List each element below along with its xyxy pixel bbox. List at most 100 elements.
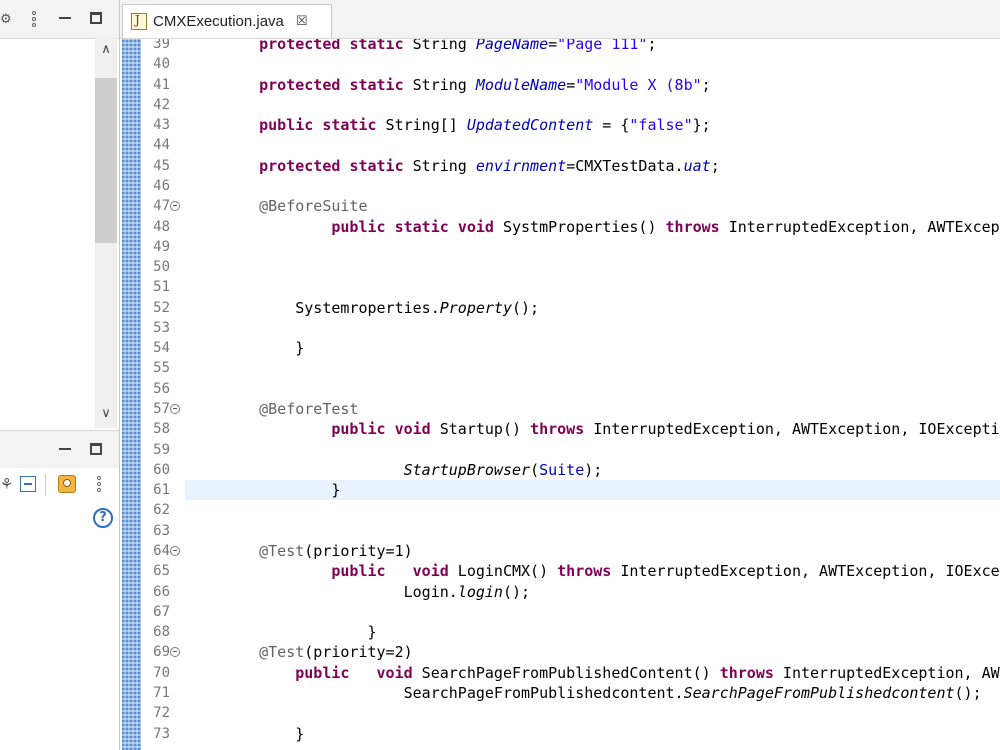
help-icon[interactable]: ? (93, 508, 113, 528)
code-text: @Test(priority=2) (259, 643, 413, 662)
line-number: 46 (153, 177, 170, 194)
line-number: 41 (153, 76, 170, 93)
code-editor[interactable]: 39 protected static String PageName="Pag… (120, 39, 1000, 750)
line-number: 65 (153, 563, 170, 580)
code-line[interactable]: 62 (120, 500, 1000, 520)
code-text: Systemroperties.Property(); (223, 298, 540, 317)
code-line[interactable]: 71 SearchPageFromPublishedcontent.Search… (120, 683, 1000, 703)
view-menu-icon[interactable] (32, 11, 36, 29)
palette-icon[interactable] (58, 475, 76, 493)
line-number: 55 (153, 360, 170, 377)
line-number: 70 (153, 664, 170, 681)
code-line[interactable]: 42 (120, 95, 1000, 115)
code-line[interactable]: 63 (120, 521, 1000, 541)
code-line[interactable]: 58 public void Startup() throws Interrup… (120, 419, 1000, 439)
code-line[interactable]: 64 @Test(priority=1) (120, 541, 1000, 561)
view-menu-icon-2[interactable] (97, 476, 101, 494)
code-line[interactable]: 65 public void LoginCMX() throws Interru… (120, 561, 1000, 581)
line-number: 67 (153, 603, 170, 620)
code-line[interactable]: 61 } (120, 480, 1000, 501)
runner-icon[interactable]: ⚘ (0, 476, 13, 492)
maximize-button[interactable] (90, 12, 102, 24)
code-line[interactable]: 45 protected static String envirnment=CM… (120, 156, 1000, 176)
line-number: 63 (153, 522, 170, 539)
code-text: } (223, 623, 377, 642)
tab-cmxexecution[interactable]: J CMXExecution.java ☒ (122, 4, 332, 38)
code-line[interactable]: 67 (120, 602, 1000, 622)
minimize-button[interactable] (59, 17, 71, 19)
scroll-up-icon[interactable]: ∧ (95, 40, 117, 60)
code-line[interactable]: 53 (120, 318, 1000, 338)
line-number: 45 (153, 157, 170, 174)
editor-tab-strip: J CMXExecution.java ☒ (120, 0, 1000, 39)
code-line[interactable]: 72 (120, 703, 1000, 723)
line-number: 69 (153, 644, 170, 661)
line-number: 60 (153, 461, 170, 478)
line-number: 57 (153, 401, 170, 418)
code-line[interactable]: 43 public static String[] UpdatedContent… (120, 115, 1000, 135)
code-line[interactable]: 57 @BeforeTest (120, 399, 1000, 419)
code-line[interactable]: 51 (120, 277, 1000, 297)
line-number: 54 (153, 340, 170, 357)
code-text: SearchPageFromPublishedcontent.SearchPag… (223, 683, 982, 702)
code-text: } (223, 339, 305, 358)
code-line[interactable]: 41 protected static String ModuleName="M… (120, 75, 1000, 95)
tab-title: CMXExecution.java (153, 13, 284, 30)
link-icon[interactable]: ⚙ (0, 12, 12, 28)
line-number: 44 (153, 137, 170, 154)
line-number: 50 (153, 259, 170, 276)
code-text: public void LoginCMX() throws Interrupte… (331, 562, 1000, 581)
fold-toggle-icon[interactable] (170, 546, 180, 556)
line-number: 62 (153, 502, 170, 519)
scroll-down-icon[interactable]: ∨ (95, 404, 117, 424)
code-line[interactable]: 49 (120, 237, 1000, 257)
scroll-thumb[interactable] (95, 78, 117, 243)
code-line[interactable]: 59 (120, 440, 1000, 460)
close-icon[interactable]: ☒ (296, 14, 308, 29)
code-line[interactable]: 40 (120, 54, 1000, 74)
code-text: } (223, 724, 305, 743)
minimize-button-2[interactable] (59, 448, 71, 450)
top-view-toolbar: ⚙ (0, 0, 119, 39)
line-number: 64 (153, 543, 170, 559)
code-line[interactable]: 56 (120, 379, 1000, 399)
line-number: 58 (153, 421, 170, 438)
code-line[interactable]: 46 (120, 176, 1000, 196)
fold-toggle-icon[interactable] (170, 647, 180, 658)
code-text: Login.login(); (223, 582, 531, 601)
fold-toggle-icon[interactable] (170, 404, 180, 415)
left-panel-area: ⚙ ∧ ∨ ⚘ ? (0, 0, 119, 750)
code-line[interactable]: 66 Login.login(); (120, 582, 1000, 602)
vertical-scrollbar[interactable]: ∧ ∨ (95, 38, 117, 428)
line-number: 39 (153, 39, 170, 52)
code-line[interactable]: 70 public void SearchPageFromPublishedCo… (120, 663, 1000, 683)
code-text: @Test(priority=1) (259, 542, 413, 560)
line-number: 49 (153, 238, 170, 255)
collapse-all-icon[interactable] (20, 476, 36, 492)
line-number: 56 (153, 380, 170, 397)
line-number: 40 (153, 56, 170, 73)
code-line[interactable]: 73 } (120, 724, 1000, 744)
code-line[interactable]: 68 } (120, 622, 1000, 642)
line-number: 73 (153, 725, 170, 742)
code-text: protected static String ModuleName="Modu… (259, 75, 711, 94)
code-line[interactable]: 60 StartupBrowser(Suite); (120, 460, 1000, 480)
code-line[interactable]: 39 protected static String PageName="Pag… (120, 39, 1000, 54)
code-text: public void Startup() throws Interrupted… (331, 420, 1000, 439)
code-line[interactable]: 47 @BeforeSuite (120, 196, 1000, 216)
code-line[interactable]: 48 public static void SystmProperties() … (120, 217, 1000, 237)
fold-toggle-icon[interactable] (170, 201, 180, 212)
code-line[interactable]: 54 } (120, 338, 1000, 358)
code-line[interactable]: 44 (120, 135, 1000, 155)
code-line[interactable]: 69 @Test(priority=2) (120, 642, 1000, 662)
java-file-icon: J (131, 13, 147, 30)
line-number: 51 (153, 279, 170, 296)
line-number: 52 (153, 299, 170, 316)
maximize-button-2[interactable] (90, 443, 102, 455)
line-number: 72 (153, 705, 170, 722)
code-line[interactable]: 52 Systemroperties.Property(); (120, 298, 1000, 318)
code-line[interactable]: 50 (120, 257, 1000, 277)
line-number: 43 (153, 117, 170, 134)
code-text: public static String[] UpdatedContent = … (259, 116, 711, 135)
code-line[interactable]: 55 (120, 358, 1000, 378)
